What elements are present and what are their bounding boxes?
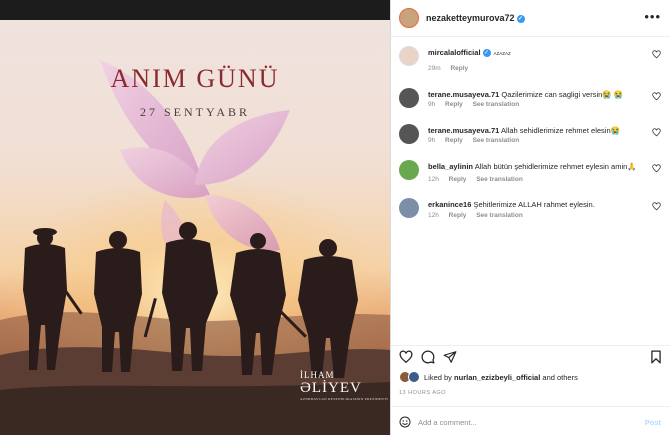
add-comment-bar: Post — [391, 406, 670, 435]
see-translation-button[interactable]: See translation — [476, 212, 523, 219]
commenter-avatar[interactable] — [399, 46, 419, 66]
comment-text: AZAZAZ — [493, 51, 511, 56]
post-image[interactable]: ANIM GÜNÜ 27 SENTYABR İLHAM ƏLİYEV AZƏRB… — [0, 20, 390, 435]
comment-time: 9h — [428, 137, 436, 144]
signature-last-name: ƏLİYEV — [300, 380, 362, 396]
commenter-username[interactable]: erkanince16 — [428, 200, 471, 209]
post-timestamp[interactable]: 13 HOURS AGO — [399, 390, 446, 396]
comment-body: erkanince16 Şehitlerimize ALLAH rahmet e… — [428, 200, 653, 210]
comment-like-icon[interactable] — [652, 128, 661, 137]
commenter-username[interactable]: terane.musayeva.71 — [428, 126, 499, 135]
commenter-username[interactable]: mircalalofficial — [428, 48, 481, 57]
verified-icon: ✓ — [482, 49, 491, 58]
reply-button[interactable]: Reply — [450, 65, 468, 72]
author-avatar[interactable] — [399, 8, 419, 28]
more-icon[interactable]: ••• — [644, 9, 661, 24]
reply-button[interactable]: Reply — [445, 101, 463, 108]
comment-item: mircalalofficial ✓ AZAZAZ 29m Reply — [391, 46, 670, 76]
comment-item: terane.musayeva.71 Qazilerimize can sagl… — [391, 88, 670, 118]
liker-avatar[interactable] — [408, 371, 420, 383]
signature-title: AZƏRBAYCAN RESPUBLİKASININ PREZİDENTİ — [300, 397, 388, 401]
see-translation-button[interactable]: See translation — [473, 101, 520, 108]
comment-time: 29m — [428, 65, 441, 72]
likes-text: Liked by nurlan_ezizbeyli_official and o… — [424, 373, 578, 382]
comment-like-icon[interactable] — [652, 92, 661, 101]
post-button[interactable]: Post — [645, 418, 661, 427]
see-translation-button[interactable]: See translation — [473, 137, 520, 144]
comment-input[interactable] — [418, 414, 628, 430]
instagram-post-modal: ANIM GÜNÜ 27 SENTYABR İLHAM ƏLİYEV AZƏRB… — [0, 0, 670, 435]
commenter-username[interactable]: terane.musayeva.71 — [428, 90, 499, 99]
emoji-icon[interactable] — [399, 416, 411, 428]
comment-meta: 12h Reply See translation — [428, 176, 531, 183]
comment-like-icon[interactable] — [652, 164, 661, 173]
heart-icon[interactable] — [399, 350, 413, 364]
poster-title: ANIM GÜNÜ — [110, 64, 280, 93]
comment-like-icon[interactable] — [652, 202, 661, 211]
reply-button[interactable]: Reply — [449, 176, 467, 183]
poster-date: 27 SENTYABR — [139, 105, 250, 119]
comment-body: terane.musayeva.71 Qazilerimize can sagl… — [428, 90, 653, 100]
signature: İLHAM ƏLİYEV AZƏRBAYCAN RESPUBLİKASININ … — [300, 370, 388, 401]
commenter-avatar[interactable] — [399, 88, 419, 108]
author-username[interactable]: nezaketteymurova72 — [426, 13, 515, 23]
comment-icon[interactable] — [421, 350, 435, 364]
post-header: nezaketteymurova72 ✓ ••• — [391, 0, 670, 37]
verified-icon: ✓ — [516, 14, 525, 23]
bookmark-icon[interactable] — [649, 350, 663, 364]
reply-button[interactable]: Reply — [449, 212, 467, 219]
post-actions-bar — [391, 345, 670, 369]
comment-item: erkanince16 Şehitlerimize ALLAH rahmet e… — [391, 198, 670, 228]
comment-item: bella_aylinin Allah bütün şehidlerimize … — [391, 160, 670, 190]
comment-meta: 9h Reply See translation — [428, 137, 527, 144]
post-details-panel: nezaketteymurova72 ✓ ••• mircalalofficial… — [390, 0, 670, 435]
likes-prefix: Liked by — [424, 373, 455, 382]
comment-meta: 12h Reply See translation — [428, 212, 531, 219]
comment-time: 9h — [428, 101, 436, 108]
comment-meta: 9h Reply See translation — [428, 101, 527, 108]
commenter-avatar[interactable] — [399, 124, 419, 144]
comment-like-icon[interactable] — [652, 50, 661, 59]
liker-username[interactable]: nurlan_ezizbeyli_official — [454, 373, 540, 382]
comment-text: Allah sehidlerimize rehmet elesin😭 — [500, 126, 620, 135]
comment-text: Qazilerimize can sagligi versin😭 😭 — [501, 90, 624, 99]
see-translation-button[interactable]: See translation — [476, 176, 523, 183]
comment-time: 12h — [428, 176, 439, 183]
commenter-username[interactable]: bella_aylinin — [428, 162, 473, 171]
comment-item: terane.musayeva.71 Allah sehidlerimize r… — [391, 124, 670, 154]
share-icon[interactable] — [443, 350, 457, 364]
likes-suffix[interactable]: and others — [540, 373, 577, 382]
commenter-avatar[interactable] — [399, 198, 419, 218]
comment-body: bella_aylinin Allah bütün şehidlerimize … — [428, 162, 653, 172]
comment-text: Allah bütün şehidlerimize rehmet eylesin… — [474, 162, 637, 171]
author-username-row: nezaketteymurova72 ✓ — [426, 13, 525, 23]
comment-text: Şehitlerimize ALLAH rahmet eylesin. — [473, 200, 595, 209]
comment-body: mircalalofficial ✓ AZAZAZ — [428, 48, 653, 59]
comment-body: terane.musayeva.71 Allah sehidlerimize r… — [428, 126, 653, 136]
comment-meta: 29m Reply — [428, 65, 476, 72]
comment-time: 12h — [428, 212, 439, 219]
reply-button[interactable]: Reply — [445, 137, 463, 144]
commenter-avatar[interactable] — [399, 160, 419, 180]
signature-first-name: İLHAM — [300, 370, 335, 380]
